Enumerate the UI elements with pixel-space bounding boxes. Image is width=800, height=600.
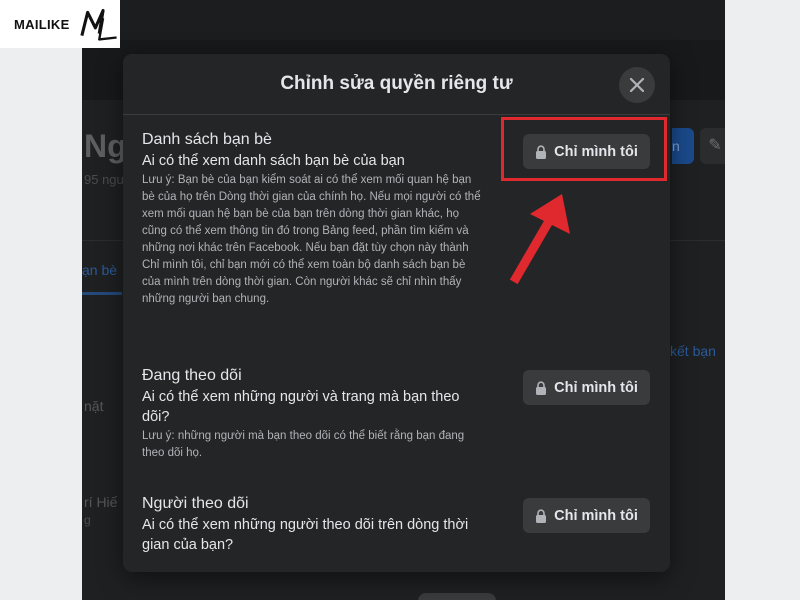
- section-question: Ai có thể xem danh sách bạn bè của bạn: [142, 153, 405, 169]
- right-margin: [725, 0, 800, 600]
- lock-icon: [536, 508, 547, 523]
- privacy-button-label: Chỉ mình tôi: [554, 379, 638, 396]
- arrow-up-right-icon: [509, 194, 570, 285]
- modal-header: Chỉnh sửa quyền riêng tư: [123, 54, 670, 115]
- background-edit-button: ✎: [700, 128, 725, 164]
- mailike-logo: MAILIKE: [0, 0, 120, 48]
- background-left-text-b: rí Hiế: [84, 494, 118, 510]
- background-friends-count: 95 ngu: [84, 172, 124, 187]
- annotation-highlight-box: [501, 117, 667, 181]
- section-title: Đang theo dõi: [142, 367, 242, 384]
- following-privacy-button[interactable]: Chỉ mình tôi: [523, 370, 650, 405]
- section-note: Lưu ý: Bạn bè của bạn kiểm soát ai có th…: [142, 174, 481, 305]
- close-button[interactable]: [619, 67, 655, 103]
- section-followers: Người theo dõi Ai có thể xem những người…: [142, 494, 482, 555]
- background-bottom-pill: [418, 593, 496, 600]
- background-tab-underline: [82, 292, 122, 295]
- modal-title: Chỉnh sửa quyền riêng tư: [280, 73, 513, 94]
- background-top-bar: [82, 0, 725, 40]
- section-following: Đang theo dõi Ai có thể xem những người …: [142, 366, 482, 462]
- logo-text: MAILIKE: [14, 16, 70, 32]
- left-margin: [0, 0, 82, 600]
- section-note: Lưu ý: những người mà bạn theo dõi có th…: [142, 430, 465, 459]
- section-question: Ai có thể xem những người theo dõi trên …: [142, 517, 469, 553]
- close-icon: [629, 77, 645, 93]
- followers-privacy-button[interactable]: Chỉ mình tôi: [523, 498, 650, 533]
- ml-logo-icon: [79, 8, 117, 41]
- section-question: Ai có thể xem những người và trang mà bạ…: [142, 389, 460, 425]
- section-friends-list: Danh sách bạn bè Ai có thể xem danh sách…: [142, 130, 482, 308]
- background-friend-requests-link: kết bạn: [670, 343, 716, 359]
- pencil-icon: ✎: [708, 137, 722, 154]
- background-left-text-c: g: [84, 513, 91, 527]
- background-left-text-a: nặt: [84, 398, 104, 414]
- privacy-button-label: Chỉ mình tôi: [554, 507, 638, 524]
- background-blue-button: n: [672, 128, 694, 164]
- section-title: Danh sách bạn bè: [142, 131, 272, 148]
- lock-icon: [536, 380, 547, 395]
- background-tab-friends: ạn bè: [82, 262, 118, 278]
- section-title: Người theo dõi: [142, 495, 249, 512]
